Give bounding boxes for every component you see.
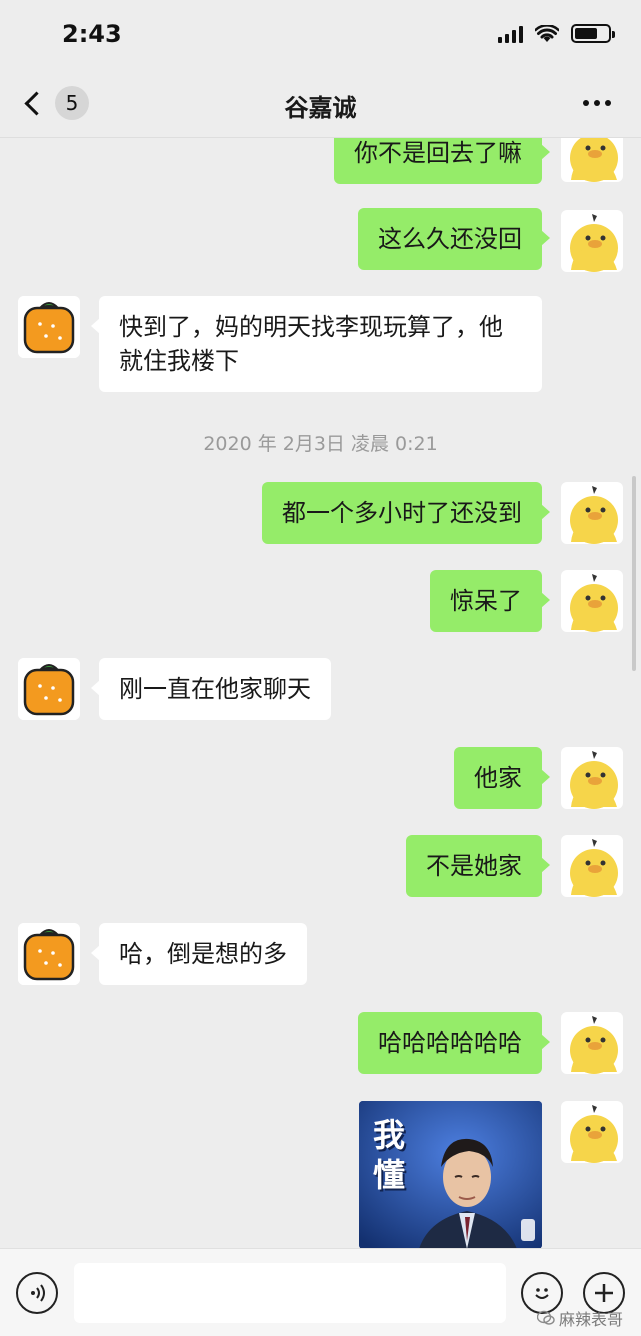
message-bubble-outgoing[interactable]: 都一个多小时了还没到 (262, 482, 550, 544)
status-icons (498, 24, 615, 43)
watermark: 麻辣表哥 (536, 1306, 623, 1330)
my-avatar-duck-icon[interactable] (561, 210, 623, 272)
my-avatar-duck-icon[interactable] (561, 482, 623, 544)
voice-input-icon[interactable] (16, 1272, 58, 1314)
status-bar: 2:43 (0, 0, 641, 68)
contact-avatar-orange-icon[interactable] (18, 658, 80, 720)
contact-avatar-orange-icon[interactable] (18, 296, 80, 358)
my-avatar-duck-icon[interactable] (561, 1012, 623, 1074)
my-avatar-duck-icon[interactable] (561, 1101, 623, 1163)
my-avatar-duck-icon[interactable] (561, 570, 623, 632)
message-bubble-outgoing[interactable]: 哈哈哈哈哈哈 (358, 1012, 550, 1074)
message-bubble-outgoing[interactable]: 惊呆了 (430, 570, 550, 632)
message-bubble-incoming[interactable]: 刚一直在他家聊天 (91, 658, 331, 720)
contact-avatar-orange-icon[interactable] (18, 923, 80, 985)
my-avatar-duck-icon[interactable] (561, 747, 623, 809)
message-bubble-incoming[interactable]: 快到了，妈的明天找李现玩算了，他就住我楼下 (91, 296, 542, 392)
status-time: 2:43 (62, 20, 122, 48)
sticker-caption: 我懂 (373, 1116, 406, 1194)
message-list[interactable]: 你不是回去了嘛 这么久还没回 快到了，妈的明天找李现玩算了，他就住我楼下 202… (0, 138, 641, 1248)
message-bubble-outgoing[interactable]: 你不是回去了嘛 (334, 138, 550, 184)
chat-title: 谷嘉诚 (284, 94, 357, 122)
scrollbar[interactable] (632, 476, 636, 671)
message-bubble-outgoing[interactable]: 他家 (454, 747, 550, 809)
chat-header: 5 谷嘉诚 (0, 68, 641, 138)
wifi-icon (535, 24, 559, 42)
message-timestamp: 2020 年 2月3日 凌晨 0:21 (203, 433, 438, 455)
message-input[interactable] (74, 1263, 506, 1323)
sticker-image[interactable]: 我懂 (359, 1101, 542, 1248)
message-bubble-outgoing[interactable]: 不是她家 (406, 835, 550, 897)
battery-icon (571, 24, 615, 43)
message-bubble-outgoing[interactable]: 这么久还没回 (358, 208, 550, 270)
message-bubble-incoming[interactable]: 哈，倒是想的多 (91, 923, 307, 985)
my-avatar-duck-icon[interactable] (561, 835, 623, 897)
cellular-signal-icon (498, 25, 523, 43)
ellipsis-icon[interactable] (583, 100, 611, 106)
wechat-logo-icon (536, 1310, 555, 1325)
my-avatar-duck-icon[interactable] (561, 138, 623, 182)
watermark-text: 麻辣表哥 (558, 1310, 623, 1329)
